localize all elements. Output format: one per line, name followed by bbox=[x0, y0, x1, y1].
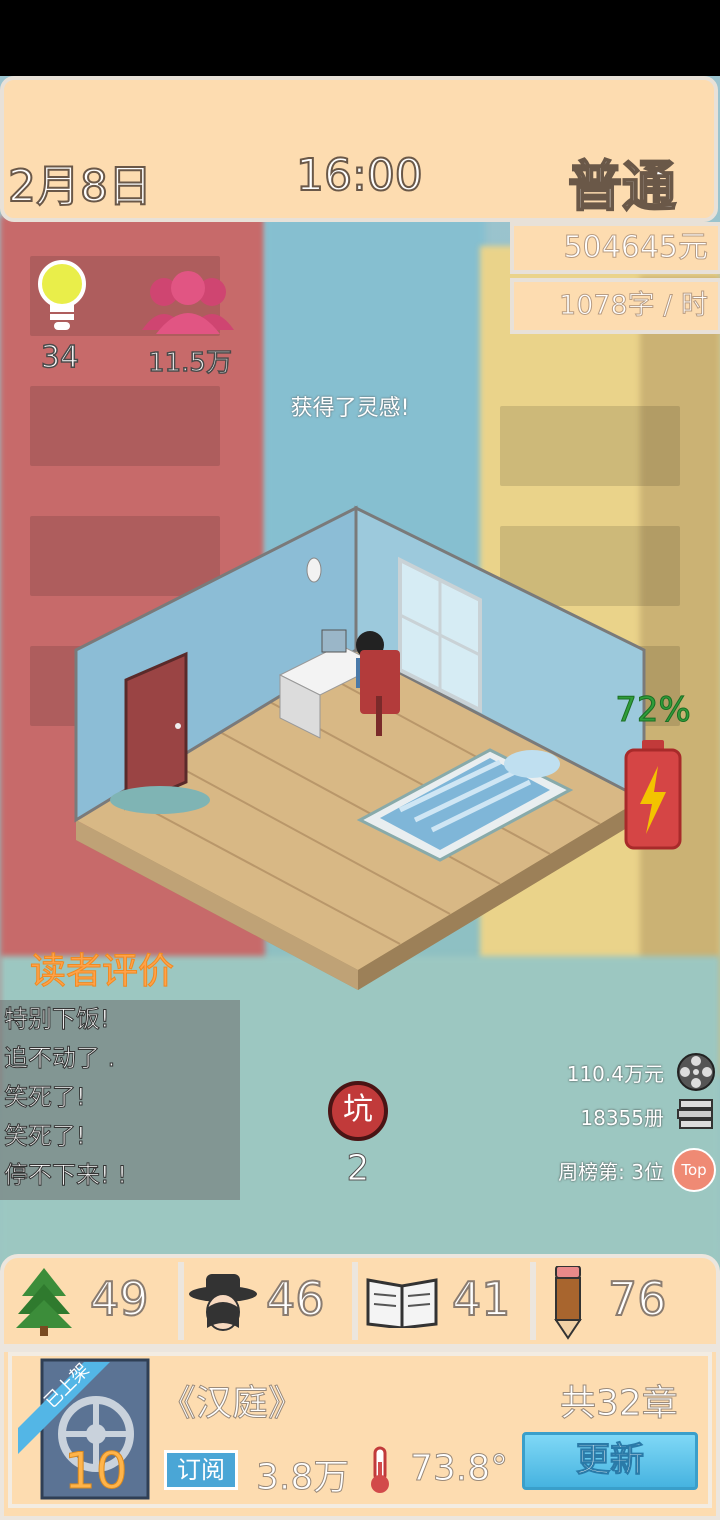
money-display: 504645元 bbox=[510, 222, 720, 274]
inspiration-count: 34 bbox=[40, 339, 80, 376]
reviews-title: 读者评价 bbox=[29, 951, 175, 993]
attribute-value: 46 bbox=[265, 1271, 326, 1327]
subscriber-count: 3.8万 bbox=[255, 1457, 350, 1499]
inspiration-notice: 获得了灵感! bbox=[290, 396, 410, 421]
battery-percent: 72% bbox=[615, 690, 692, 731]
pit-count: 2 bbox=[346, 1148, 370, 1190]
revenue-value: 110.4万元 bbox=[566, 1062, 664, 1086]
top-badge: Top bbox=[672, 1148, 716, 1192]
fans-count: 11.5万 bbox=[147, 347, 232, 379]
review-item: 笑死了! bbox=[4, 1083, 87, 1112]
update-button[interactable]: 更新 bbox=[522, 1432, 698, 1490]
review-item: 停不下来! ! bbox=[4, 1161, 128, 1190]
fans-icon bbox=[142, 271, 234, 334]
review-item: 笑死了! bbox=[4, 1122, 87, 1151]
heat-value: 73.8° bbox=[409, 1448, 509, 1490]
door bbox=[124, 651, 188, 811]
pencil-icon bbox=[554, 1266, 582, 1340]
time-label: 16:00 bbox=[295, 149, 424, 202]
attribute-value: 41 bbox=[451, 1271, 512, 1327]
book-stack-icon bbox=[677, 1099, 713, 1129]
film-reel-icon bbox=[677, 1053, 715, 1091]
review-item: 特别下饭! bbox=[4, 1005, 111, 1034]
lightbulb-icon bbox=[38, 260, 86, 330]
subscribe-badge: 订阅 bbox=[164, 1450, 238, 1490]
book-icon bbox=[366, 1278, 438, 1328]
writing-speed-display: 1078字 / 时 bbox=[510, 278, 720, 334]
review-item: 追不动了 . bbox=[4, 1044, 116, 1073]
room-illustration bbox=[74, 505, 646, 990]
date-label: 2月8日 bbox=[7, 160, 153, 213]
chapter-count: 共32章 bbox=[560, 1383, 679, 1425]
attribute-value: 76 bbox=[607, 1271, 668, 1327]
copies-sold: 18355册 bbox=[580, 1106, 664, 1130]
weekly-rank: 周榜第: 3位 bbox=[558, 1160, 664, 1184]
book-title: 《汉庭》 bbox=[159, 1383, 305, 1425]
tree-icon bbox=[16, 1268, 72, 1336]
detective-icon bbox=[189, 1274, 257, 1331]
cover-number: 10 bbox=[64, 1442, 129, 1501]
clock bbox=[306, 557, 322, 583]
pit-button[interactable]: 坑 bbox=[328, 1081, 388, 1141]
difficulty-label: 普通 bbox=[567, 154, 677, 219]
battery-icon bbox=[624, 740, 682, 850]
thermometer-icon bbox=[371, 1446, 389, 1493]
attribute-value: 49 bbox=[89, 1271, 150, 1327]
reviews-list: 特别下饭! 追不动了 . 笑死了! 笑死了! 停不下来! ! bbox=[0, 1000, 240, 1200]
